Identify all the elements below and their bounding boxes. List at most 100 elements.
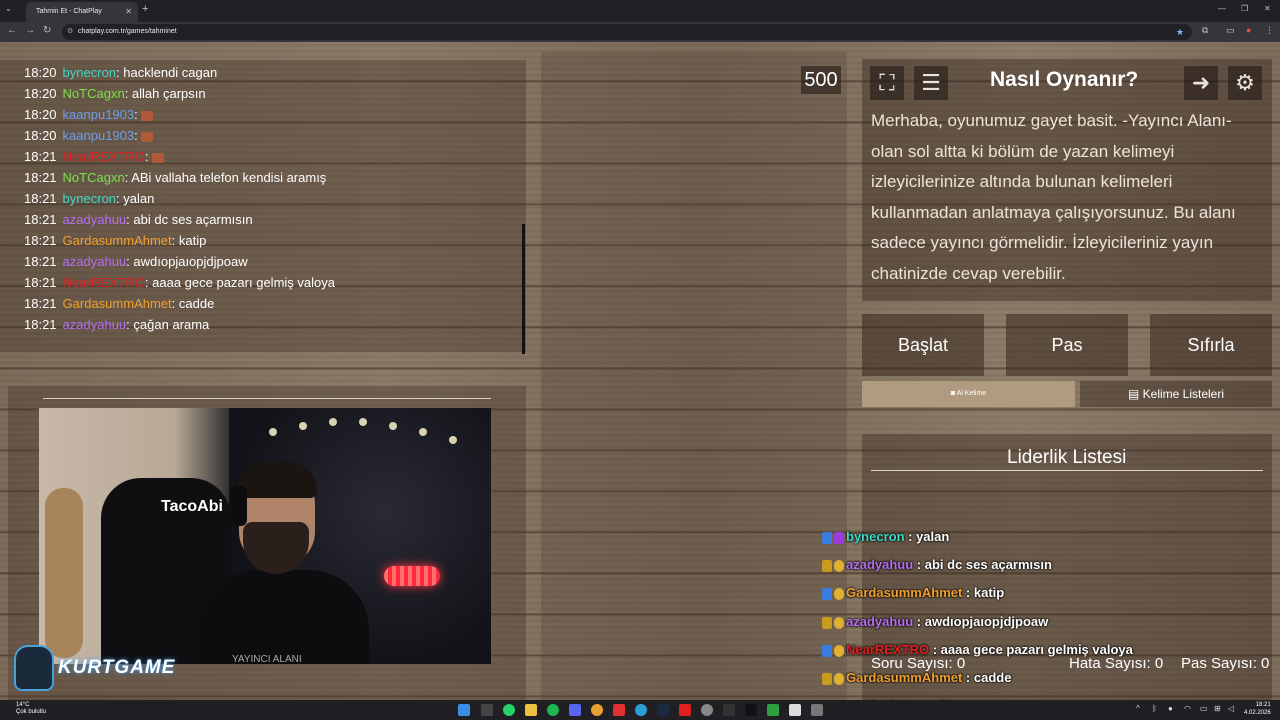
chat-badge-icon (822, 559, 832, 572)
emote-icon (152, 152, 165, 163)
minimize-icon[interactable]: — (1218, 4, 1226, 13)
chat-username[interactable]: NearREXTRO (63, 149, 145, 164)
tab-ai-word-label: Al Kelime (956, 390, 987, 397)
edge-icon[interactable] (635, 704, 647, 716)
tray-app-icon[interactable]: ● (1168, 704, 1173, 713)
extensions-icon[interactable]: ⧉ (1202, 25, 1208, 36)
tray-chevron-icon[interactable]: ^ (1136, 704, 1140, 713)
app-icon[interactable] (745, 704, 757, 716)
logout-icon[interactable]: ➜ (1184, 66, 1218, 100)
chat-panel: 18:20 bynecron: hacklendi cagan 18:20 NoTCa… (0, 60, 526, 352)
app-icon[interactable] (811, 704, 823, 716)
start-menu-icon[interactable] (458, 704, 470, 716)
overlay-chat-username: GardasummAhmet (846, 670, 963, 685)
profile-icon[interactable]: ● (1246, 25, 1251, 35)
steam-icon[interactable] (657, 704, 669, 716)
system-clock[interactable]: 18:21 4.02.2026 (1244, 701, 1271, 717)
overlay-chat-text: cadde (973, 670, 1012, 685)
close-icon[interactable]: ✕ (125, 2, 132, 22)
downloads-icon[interactable]: ▭ (1226, 25, 1235, 36)
fullscreen-icon[interactable]: ⛶ (870, 66, 904, 100)
window-close-icon[interactable]: ✕ (1264, 4, 1271, 13)
chat-message: 18:21 GardasummAhmet: cadde (0, 293, 526, 314)
streamer (199, 462, 369, 664)
chat-username[interactable]: GardasummAhmet (63, 296, 172, 311)
wall-decoration (45, 488, 83, 658)
chat-text: allah çarpsın (131, 86, 206, 101)
chat-username[interactable]: kaanpu1903 (63, 128, 135, 143)
chat-separator: : (144, 149, 153, 164)
overlay-chat-message: azadyahuu : abi dc ses açarmısın (822, 557, 1052, 577)
chat-username[interactable]: azadyahuu (63, 317, 127, 332)
app-icon[interactable] (789, 704, 801, 716)
chat-username[interactable]: bynecron (63, 65, 116, 80)
url-text: chatplay.com.tr/games/tahminet (78, 28, 177, 35)
wifi-icon[interactable]: ◠ (1184, 704, 1191, 713)
pass-button[interactable]: Pas (1006, 314, 1128, 376)
chat-username[interactable]: GardasummAhmet (63, 233, 172, 248)
chat-message: 18:20 kaanpu1903: (0, 104, 526, 125)
chat-username[interactable]: kaanpu1903 (63, 107, 135, 122)
site-info-icon[interactable]: ⚙ (67, 24, 73, 40)
address-bar[interactable]: ⚙ chatplay.com.tr/games/tahminet ★ (62, 24, 1192, 40)
overlay-chat-message: GardasummAhmet : katip (822, 585, 1004, 605)
red-lamp (384, 566, 440, 586)
chat-text: ABi vallaha telefon kendisi aramış (131, 170, 327, 185)
app-icon[interactable] (679, 704, 691, 716)
file-explorer-icon[interactable] (525, 704, 537, 716)
chat-username[interactable]: NearREXTRO (63, 275, 145, 290)
opera-icon[interactable] (613, 704, 625, 716)
weather-temp: 14°C (16, 702, 30, 708)
reload-icon[interactable]: ↻ (43, 25, 51, 36)
chat-separator: : (171, 296, 179, 311)
browser-tabbar: ⌄ Tahmin Et - ChatPlay ✕ + — ❐ ✕ (0, 0, 1280, 22)
bookmark-star-icon[interactable]: ★ (1176, 24, 1184, 40)
webcam-feed: TacoAbi (39, 408, 491, 664)
tab-ai-word[interactable]: ◙ Al Kelime (862, 381, 1075, 407)
webcam-caption: YAYINCI ALANI (232, 654, 302, 665)
weather-widget[interactable]: 14°C Çok bulutlu (16, 702, 46, 716)
game-board (541, 52, 847, 700)
app-icon[interactable] (767, 704, 779, 716)
network-icon[interactable]: ⊞ (1214, 704, 1221, 713)
chat-separator: : (124, 86, 132, 101)
discord-icon[interactable] (569, 704, 581, 716)
chat-username[interactable]: NoTCagxn (63, 170, 125, 185)
new-tab-icon[interactable]: + (142, 3, 148, 15)
task-view-icon[interactable] (481, 704, 493, 716)
chat-scrollbar[interactable] (522, 224, 525, 354)
maximize-icon[interactable]: ❐ (1241, 4, 1248, 13)
chat-username[interactable]: NoTCagxn (63, 86, 125, 101)
tab-list-icon[interactable]: ⌄ (5, 4, 12, 13)
chat-timestamp: 18:21 (24, 191, 57, 206)
document-icon[interactable]: ☰ (914, 66, 948, 100)
whatsapp-icon[interactable] (503, 704, 515, 716)
start-button[interactable]: Başlat (862, 314, 984, 376)
chat-username[interactable]: bynecron (63, 191, 116, 206)
reset-button[interactable]: Sıfırla (1150, 314, 1272, 376)
back-icon[interactable]: ← (7, 25, 17, 36)
chat-message: 18:21 bynecron: yalan (0, 188, 526, 209)
chat-username[interactable]: azadyahuu (63, 212, 127, 227)
tab-word-lists[interactable]: ▤ Kelime Listeleri (1080, 381, 1272, 407)
windows-taskbar: 14°C Çok bulutlu ^ ᛒ ● ◠ ▭ ⊞ ◁ 18:21 4.0… (0, 700, 1280, 720)
browser-tab[interactable]: Tahmin Et - ChatPlay ✕ (26, 2, 138, 22)
chat-text: abi dc ses açarmısın (133, 212, 253, 227)
display-icon[interactable]: ▭ (1200, 704, 1208, 713)
bluetooth-icon[interactable]: ᛒ (1152, 704, 1157, 713)
how-to-play-title: Nasıl Oynanır? (990, 68, 1139, 91)
volume-icon[interactable]: ◁ (1228, 704, 1234, 713)
chat-timestamp: 18:21 (24, 317, 57, 332)
chat-text: awdıopjaıopjdjpoaw (133, 254, 248, 269)
chat-username[interactable]: azadyahuu (63, 254, 127, 269)
app-icon[interactable] (701, 704, 713, 716)
overlay-chat-username: azadyahuu (846, 614, 914, 629)
settings-gear-icon[interactable]: ⚙ (1228, 66, 1262, 100)
menu-icon[interactable]: ⋮ (1265, 25, 1274, 36)
game-page: 18:20 bynecron: hacklendi cagan 18:20 NoTCa… (0, 42, 1280, 713)
chat-separator: : (171, 233, 179, 248)
app-icon[interactable] (723, 704, 735, 716)
chrome-icon[interactable] (591, 704, 603, 716)
forward-icon[interactable]: → (25, 25, 35, 36)
spotify-icon[interactable] (547, 704, 559, 716)
